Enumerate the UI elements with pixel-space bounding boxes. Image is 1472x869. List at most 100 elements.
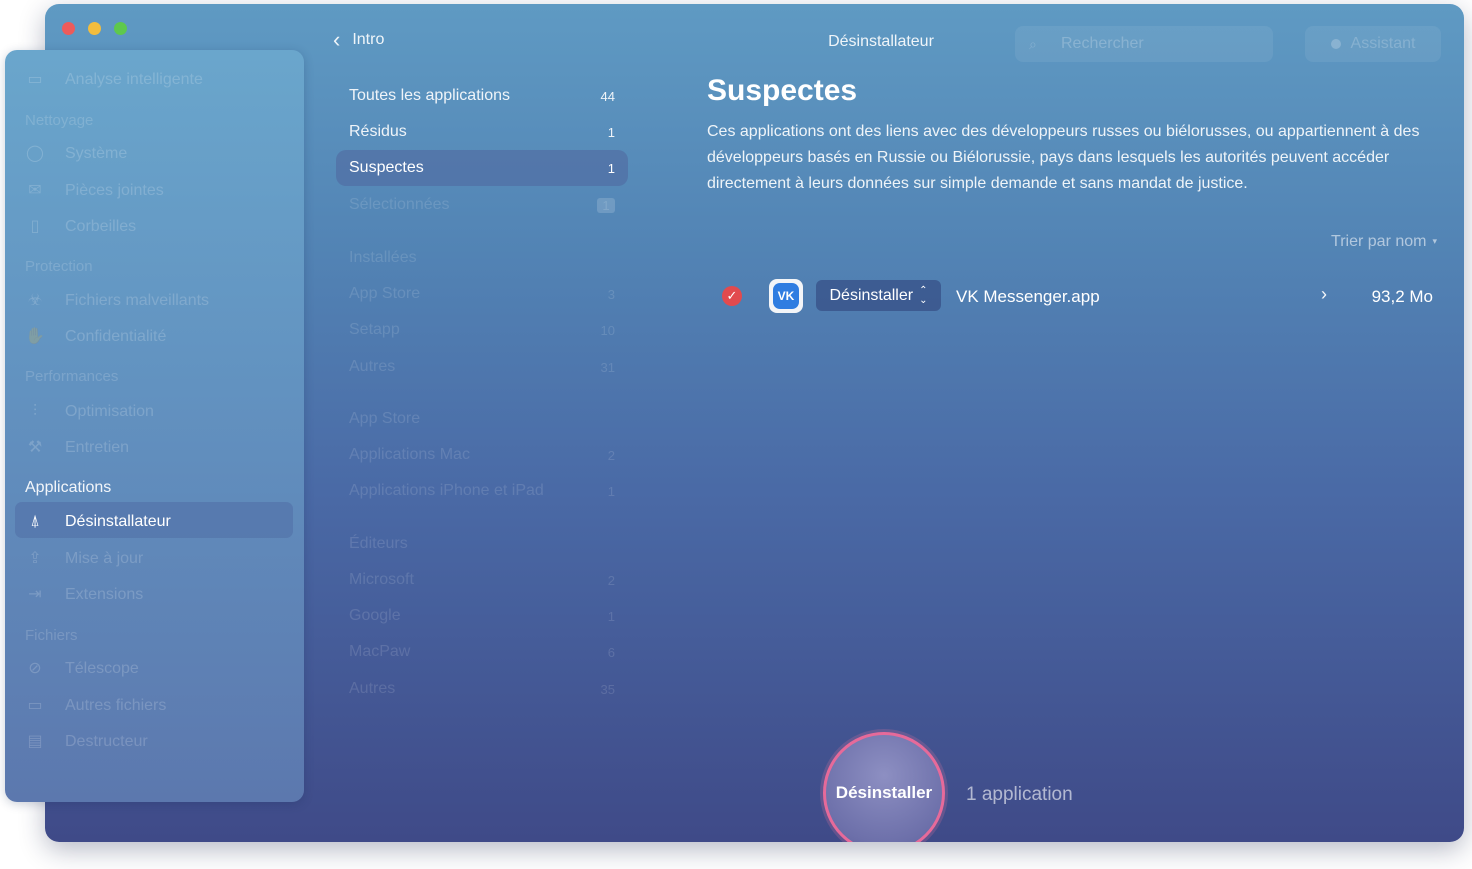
list-item-label: Google [349, 607, 401, 624]
app-name: VK Messenger.app [956, 287, 1100, 306]
list-section-app-store: App Store [336, 401, 628, 437]
sidebar-item-malware[interactable]: ☣ Fichiers malveillants [25, 291, 209, 311]
list-item-suspicious[interactable]: Suspectes 1 [336, 150, 628, 186]
app-checkbox[interactable]: ✓ [722, 286, 742, 306]
list-item-setapp[interactable]: Setapp 10 [336, 312, 628, 348]
sort-dropdown[interactable]: Trier par nom ▾ [1265, 233, 1437, 251]
sidebar-item-extensions[interactable]: ⇥ Extensions [25, 585, 143, 605]
zoom-window-button[interactable] [114, 22, 127, 35]
sidebar-item-smart-scan[interactable]: ▭ Analyse intelligente [25, 70, 203, 90]
list-item-all-apps[interactable]: Toutes les applications 44 [336, 78, 628, 114]
sidebar-item-uninstaller[interactable]: ⍋ Désinstallateur [25, 512, 171, 532]
list-item-count: 1 [597, 197, 615, 213]
list-item-macpaw[interactable]: MacPaw 6 [336, 634, 628, 670]
sidebar-item-label: Corbeilles [65, 218, 137, 235]
window-title: Désinstallateur [828, 33, 934, 50]
list-item-count: 44 [600, 88, 615, 104]
folder-icon: ▭ [27, 697, 43, 714]
app-list-row[interactable]: ✓ VK Désinstaller ⌃ ⌄ VK Messenger.app › … [707, 276, 1437, 316]
list-item-others[interactable]: Autres 31 [336, 349, 628, 385]
list-item-label: MacPaw [349, 643, 411, 660]
sidebar-item-label: Extensions [65, 586, 144, 603]
wrench-icon: ⚒ [27, 439, 43, 456]
updown-chevron-icon: ⌃ ⌄ [919, 284, 928, 306]
list-item-mac-apps[interactable]: Applications Mac 2 [336, 437, 628, 473]
chevron-right-icon[interactable]: › [1321, 284, 1327, 305]
back-label: Intro [352, 31, 385, 48]
list-item-count: 31 [600, 359, 615, 375]
sidebar-item-optimization[interactable]: ⫶ Optimisation [25, 402, 154, 422]
list-item-count: 2 [607, 572, 615, 588]
list-item-label: Setapp [349, 321, 400, 338]
list-section-publishers: Éditeurs [336, 526, 628, 562]
list-item-count: 10 [600, 322, 615, 338]
list-item-count: 1 [607, 483, 615, 499]
sidebar-item-label: Analyse intelligente [65, 71, 203, 88]
sidebar-item-label: Optimisation [65, 403, 154, 420]
action-select[interactable]: Désinstaller ⌃ ⌄ [816, 280, 941, 311]
list-item-selected[interactable]: Sélectionnées 1 [336, 187, 628, 223]
disk-icon: ◯ [26, 145, 44, 162]
list-section-installed: Installées [336, 240, 628, 276]
sidebar-item-space-lens[interactable]: ⊘ Télescope [25, 659, 139, 679]
list-item-other-publishers[interactable]: Autres 35 [336, 671, 628, 707]
sidebar: ▭ Analyse intelligente Nettoyage ◯ Systè… [5, 50, 304, 802]
back-button[interactable]: ‹ Intro [333, 27, 385, 52]
list-item-label: Applications iPhone et iPad [349, 482, 544, 499]
minimize-window-button[interactable] [88, 22, 101, 35]
update-icon: ⇪ [28, 550, 42, 567]
trash-icon: ▯ [30, 218, 40, 235]
list-item-iphone-ipad-apps[interactable]: Applications iPhone et iPad 1 [336, 473, 628, 509]
search-field[interactable]: ⌕ [1015, 26, 1273, 62]
chevron-left-icon: ‹ [333, 27, 341, 52]
list-item-leftovers[interactable]: Résidus 1 [336, 114, 628, 150]
extensions-icon: ⇥ [28, 586, 42, 603]
sidebar-item-system[interactable]: ◯ Système [25, 144, 127, 164]
sidebar-item-updater[interactable]: ⇪ Mise à jour [25, 549, 143, 569]
list-item-label: Sélectionnées [349, 196, 450, 213]
vk-logo-text: VK [773, 283, 799, 309]
sliders-icon: ⫶ [32, 403, 37, 420]
assistant-button[interactable]: Assistant [1305, 26, 1441, 62]
monitor-icon: ▭ [27, 71, 43, 88]
app-store-icon: ⍋ [30, 513, 40, 530]
list-item-label: Autres [349, 358, 396, 375]
sidebar-item-label: Désinstallateur [65, 513, 171, 530]
assistant-label: Assistant [1350, 35, 1416, 52]
sidebar-item-privacy[interactable]: ✋ Confidentialité [25, 327, 166, 347]
sidebar-item-trash[interactable]: ▯ Corbeilles [25, 217, 137, 237]
app-size: 93,2 Mo [1371, 287, 1433, 306]
sidebar-item-label: Système [65, 145, 128, 162]
search-input[interactable] [1059, 34, 1253, 54]
sidebar-item-large-files[interactable]: ▭ Autres fichiers [25, 696, 166, 716]
sidebar-item-label: Destructeur [65, 733, 148, 750]
uninstall-button[interactable]: Désinstaller [823, 732, 945, 842]
uninstall-button-label: Désinstaller [835, 783, 933, 802]
sidebar-section-files: Fichiers [25, 627, 78, 644]
list-item-label: Autres [349, 680, 396, 697]
list-item-google[interactable]: Google 1 [336, 598, 628, 634]
list-item-count: 2 [607, 447, 615, 463]
close-window-button[interactable] [62, 22, 75, 35]
vk-app-icon: VK [769, 279, 803, 313]
mail-icon: ✉ [28, 182, 42, 199]
telescope-icon: ⊘ [28, 660, 42, 677]
sidebar-item-label: Pièces jointes [65, 182, 164, 199]
list-item-app-store[interactable]: App Store 3 [336, 276, 628, 312]
sidebar-item-maintenance[interactable]: ⚒ Entretien [25, 438, 129, 458]
list-item-label: Suspectes [349, 159, 424, 176]
list-item-label: Microsoft [349, 571, 414, 588]
sidebar-item-label: Fichiers malveillants [65, 292, 210, 309]
selection-count: 1 application [966, 784, 1073, 805]
assistant-icon [1330, 39, 1341, 49]
sidebar-section-cleanup: Nettoyage [25, 112, 94, 129]
list-section-label: Éditeurs [349, 535, 408, 552]
list-item-label: Résidus [349, 123, 407, 140]
list-item-count: 35 [600, 681, 615, 697]
list-item-label: App Store [349, 285, 421, 302]
sidebar-item-shredder[interactable]: ▤ Destructeur [25, 732, 148, 752]
sidebar-section-performance: Performances [25, 368, 119, 385]
sidebar-item-attachments[interactable]: ✉ Pièces jointes [25, 181, 164, 201]
list-item-microsoft[interactable]: Microsoft 2 [336, 562, 628, 598]
search-icon: ⌕ [1029, 35, 1037, 52]
